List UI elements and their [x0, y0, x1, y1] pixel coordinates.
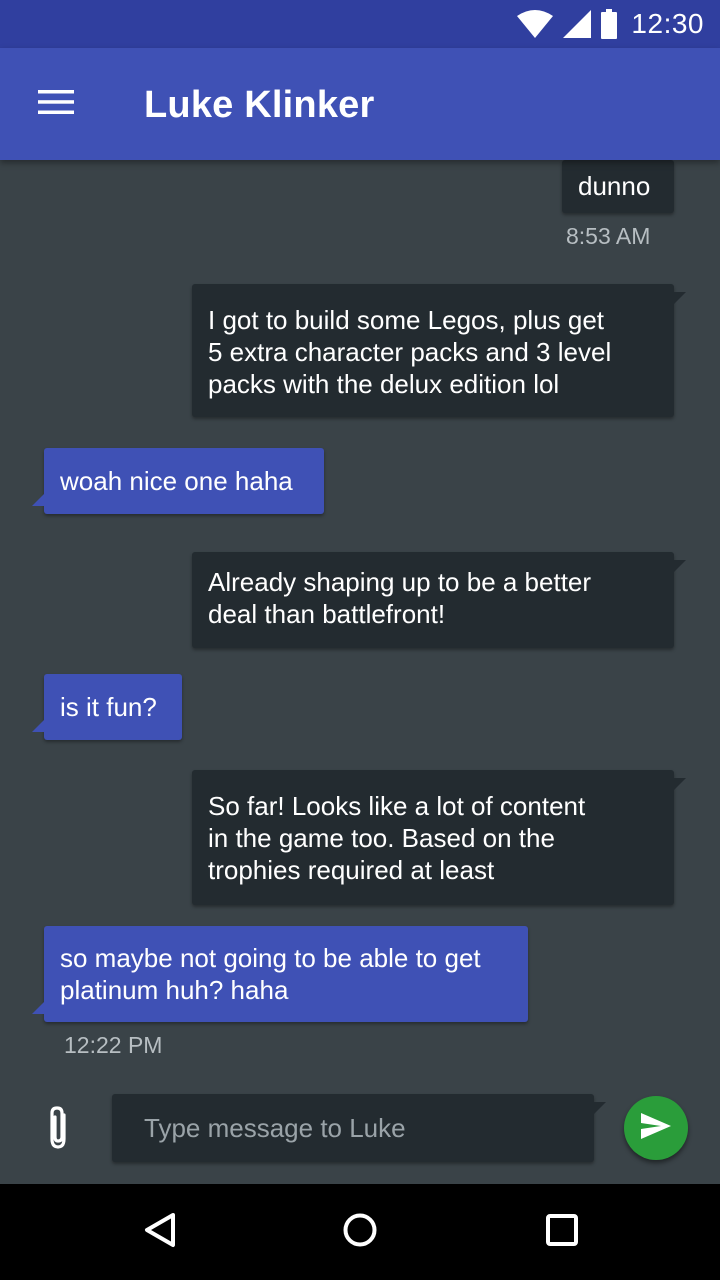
- home-button[interactable]: [336, 1208, 384, 1256]
- status-clock: 12:30: [631, 8, 704, 39]
- attach-button[interactable]: [32, 1100, 84, 1160]
- battery-icon: [601, 9, 618, 39]
- message-text: is it fun?: [60, 692, 157, 722]
- back-button[interactable]: [136, 1208, 184, 1256]
- wifi-icon: [517, 10, 554, 38]
- message-sent[interactable]: Already shaping up to be a better deal t…: [192, 552, 686, 648]
- message-received[interactable]: woah nice one haha: [32, 448, 324, 514]
- back-icon: [143, 1212, 177, 1253]
- message-text: woah nice one haha: [60, 466, 293, 496]
- cell-signal-icon: [563, 10, 592, 38]
- message-received[interactable]: is it fun?: [32, 674, 182, 740]
- message-text: Already shaping up to be a better deal t…: [208, 567, 592, 629]
- message-timestamp: 8:53 AM: [566, 223, 651, 249]
- message-sent[interactable]: I got to build some Legos, plus get 5 ex…: [192, 284, 686, 417]
- message-sent[interactable]: So far! Looks like a lot of content in t…: [192, 770, 686, 905]
- message-text: dunno: [578, 171, 651, 201]
- message-text: I got to build some Legos, plus get 5 ex…: [208, 305, 612, 399]
- menu-button[interactable]: [26, 80, 86, 128]
- message-text: so maybe not going to be able to get pla…: [60, 943, 481, 1005]
- message-timestamp: 12:22 PM: [64, 1032, 163, 1058]
- home-icon: [342, 1212, 378, 1253]
- message-received[interactable]: so maybe not going to be able to get pla…: [32, 926, 528, 1022]
- message-sent[interactable]: dunno: [562, 160, 674, 213]
- recents-button[interactable]: [538, 1208, 586, 1256]
- app-bar: Luke Klinker: [0, 48, 720, 160]
- message-input[interactable]: [112, 1094, 594, 1162]
- hamburger-menu-icon: [38, 89, 74, 119]
- send-icon: [641, 1112, 671, 1144]
- system-nav-bar: [0, 1184, 720, 1280]
- message-text: So far! Looks like a lot of content in t…: [208, 791, 586, 885]
- status-bar: 12:30: [0, 0, 720, 48]
- send-button[interactable]: [624, 1096, 688, 1160]
- paperclip-icon: [44, 1105, 72, 1156]
- recents-icon: [545, 1213, 579, 1252]
- conversation-title: Luke Klinker: [144, 84, 375, 126]
- message-input-container: [112, 1094, 606, 1162]
- message-list[interactable]: dunno 8:53 AM I got to build some Legos,…: [0, 160, 720, 1080]
